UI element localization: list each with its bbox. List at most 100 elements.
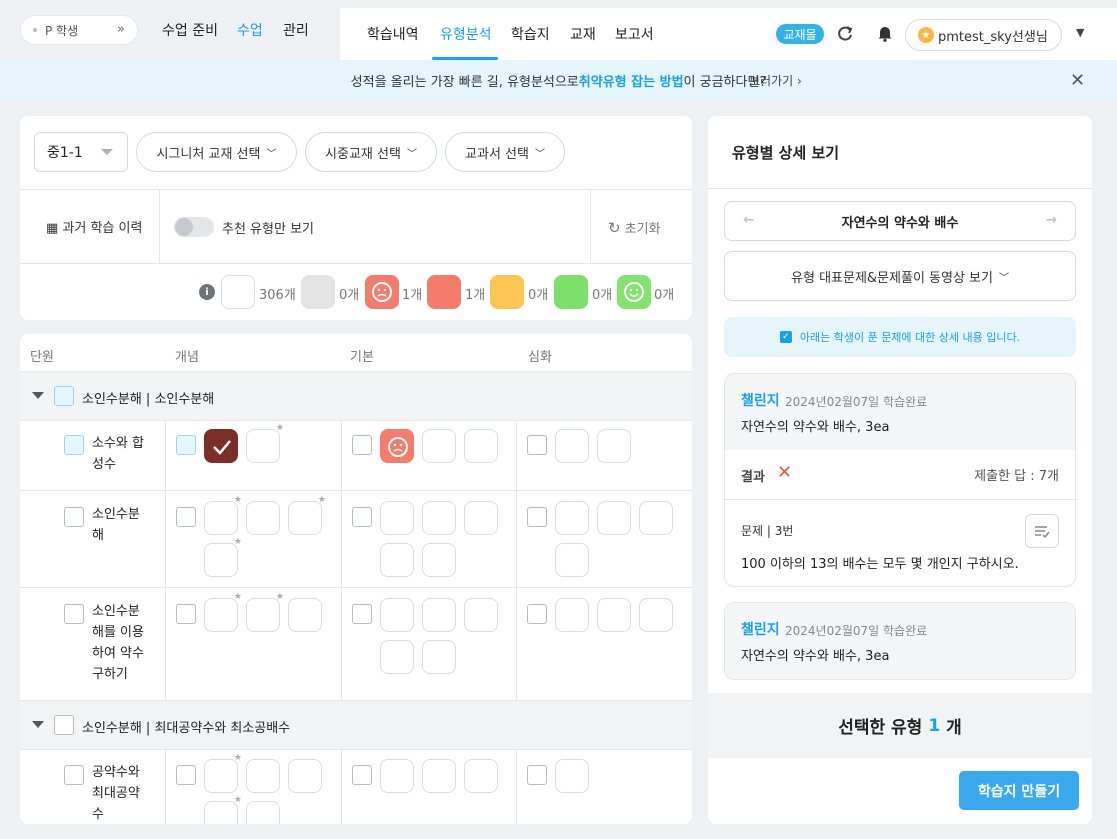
make-worksheet-button[interactable]: 학습지 만들기: [959, 771, 1079, 810]
concept-checkbox[interactable]: [176, 507, 196, 527]
unit-checkbox[interactable]: [64, 507, 84, 527]
tab-class-prep[interactable]: 수업 준비: [162, 20, 218, 40]
tab-manage[interactable]: 관리: [283, 20, 309, 40]
video-dropdown[interactable]: 유형 대표문제&문제풀이 동영상 보기 ﹀: [724, 251, 1076, 301]
section-row[interactable]: 소인수분해 | 소인수분해: [20, 371, 692, 421]
basic-checkbox[interactable]: [352, 507, 372, 527]
type-cell[interactable]: [380, 640, 414, 674]
type-cell[interactable]: [380, 759, 414, 793]
type-cell[interactable]: [204, 795, 242, 824]
concept-checkbox[interactable]: [176, 765, 196, 785]
section-checkbox[interactable]: [54, 715, 74, 735]
type-cell[interactable]: [639, 501, 673, 535]
section-row[interactable]: 소인수분해 | 최대공약수와 최소공배수: [20, 700, 692, 750]
type-cell[interactable]: [204, 495, 242, 535]
caret-down-icon[interactable]: ▼: [1076, 26, 1084, 39]
chevron-down-icon: ﹀: [534, 148, 545, 160]
type-cell[interactable]: [597, 501, 631, 535]
prev-arrow-icon[interactable]: ←: [743, 212, 755, 228]
subtab-history[interactable]: 학습내역: [367, 24, 419, 44]
advanced-checkbox[interactable]: [527, 604, 547, 624]
type-cell[interactable]: [288, 598, 322, 632]
subtab-worksheet[interactable]: 학습지: [511, 24, 550, 44]
type-cell[interactable]: [555, 759, 589, 793]
type-cell[interactable]: [380, 543, 414, 577]
type-cell[interactable]: [246, 759, 280, 793]
view-solution-button[interactable]: [1025, 514, 1059, 548]
refresh-icon[interactable]: [836, 24, 854, 42]
type-cell[interactable]: [597, 429, 631, 463]
subtab-type-analysis[interactable]: 유형분석: [440, 24, 492, 44]
type-cell[interactable]: [464, 598, 498, 632]
type-cell[interactable]: [204, 592, 242, 632]
basic-checkbox[interactable]: [352, 765, 372, 785]
advanced-checkbox[interactable]: [527, 435, 547, 455]
type-cell[interactable]: [246, 592, 284, 632]
unit-checkbox[interactable]: [64, 435, 84, 455]
concept-checkbox[interactable]: [176, 604, 196, 624]
type-cell[interactable]: [204, 537, 242, 577]
unit-label: 소인수분 해: [92, 507, 140, 543]
type-cell[interactable]: [246, 501, 280, 535]
type-cell[interactable]: [288, 759, 322, 793]
type-cell[interactable]: [422, 598, 456, 632]
concept-checkbox[interactable]: [176, 435, 196, 455]
advanced-checkbox[interactable]: [527, 765, 547, 785]
section-checkbox[interactable]: [54, 386, 74, 406]
type-cell[interactable]: [597, 598, 631, 632]
col-header-basic: 기본: [350, 350, 374, 365]
market-book-select[interactable]: 시중교재 선택 ﹀: [305, 132, 437, 172]
type-cell-sad[interactable]: [380, 429, 414, 463]
type-cell[interactable]: [246, 801, 280, 824]
advanced-checkbox[interactable]: [527, 507, 547, 527]
basic-checkbox[interactable]: [352, 604, 372, 624]
type-cell[interactable]: [288, 495, 326, 535]
recommend-toggle[interactable]: [174, 217, 214, 237]
result-card: 챌린지 2024년02월07일 학습완료 자연수의 약수와 배수, 3ea: [724, 602, 1076, 680]
type-cell-checked[interactable]: [204, 429, 238, 463]
collapse-triangle-icon[interactable]: [32, 721, 44, 728]
type-cell[interactable]: [464, 501, 498, 535]
divider: [20, 490, 692, 491]
unit-checkbox[interactable]: [64, 604, 84, 624]
type-cell[interactable]: [422, 759, 456, 793]
user-menu[interactable]: ★ pmtest_sky선생님: [905, 19, 1062, 51]
type-cell[interactable]: [380, 501, 414, 535]
grade-select[interactable]: 중1-1: [34, 132, 128, 172]
type-cell[interactable]: [422, 501, 456, 535]
type-cell[interactable]: [246, 423, 284, 463]
subtab-textbook[interactable]: 교재: [570, 24, 596, 44]
type-cell[interactable]: [380, 598, 414, 632]
type-cell[interactable]: [555, 543, 589, 577]
bell-icon[interactable]: [876, 24, 894, 42]
type-cell[interactable]: [639, 598, 673, 632]
close-icon[interactable]: ✕: [1070, 70, 1085, 91]
expand-chevron-icon[interactable]: »: [117, 22, 125, 37]
type-cell[interactable]: [204, 753, 242, 793]
bookstore-badge[interactable]: 교재몰: [776, 24, 824, 44]
student-selector[interactable]: P 학생 »: [20, 15, 138, 45]
type-cell[interactable]: [555, 501, 589, 535]
type-cell[interactable]: [555, 598, 589, 632]
tab-class[interactable]: 수업: [237, 20, 263, 40]
type-cell[interactable]: [422, 429, 456, 463]
unit-checkbox[interactable]: [64, 765, 84, 785]
subtab-report[interactable]: 보고서: [615, 24, 654, 44]
reset-button[interactable]: ↻ 초기화: [608, 218, 661, 237]
banner-text-before: 성적을 올리는 가장 빠른 길, 유형분석으로: [350, 74, 579, 90]
divider: [165, 750, 166, 824]
collapse-triangle-icon[interactable]: [32, 392, 44, 399]
textbook-label: 교과서 선택: [465, 146, 529, 162]
signature-book-select[interactable]: 시그니처 교재 선택 ﹀: [136, 132, 297, 172]
type-cell[interactable]: [422, 543, 456, 577]
textbook-select[interactable]: 교과서 선택 ﹀: [445, 132, 565, 172]
type-cell[interactable]: [555, 429, 589, 463]
type-cell[interactable]: [422, 640, 456, 674]
basic-checkbox[interactable]: [352, 435, 372, 455]
banner-link[interactable]: 보러가기 ›: [749, 72, 802, 89]
next-arrow-icon[interactable]: →: [1045, 212, 1057, 228]
type-cell[interactable]: [464, 429, 498, 463]
history-button[interactable]: ▦ 과거 학습 이력: [46, 217, 142, 236]
type-cell[interactable]: [464, 759, 498, 793]
info-icon[interactable]: i: [199, 284, 215, 300]
